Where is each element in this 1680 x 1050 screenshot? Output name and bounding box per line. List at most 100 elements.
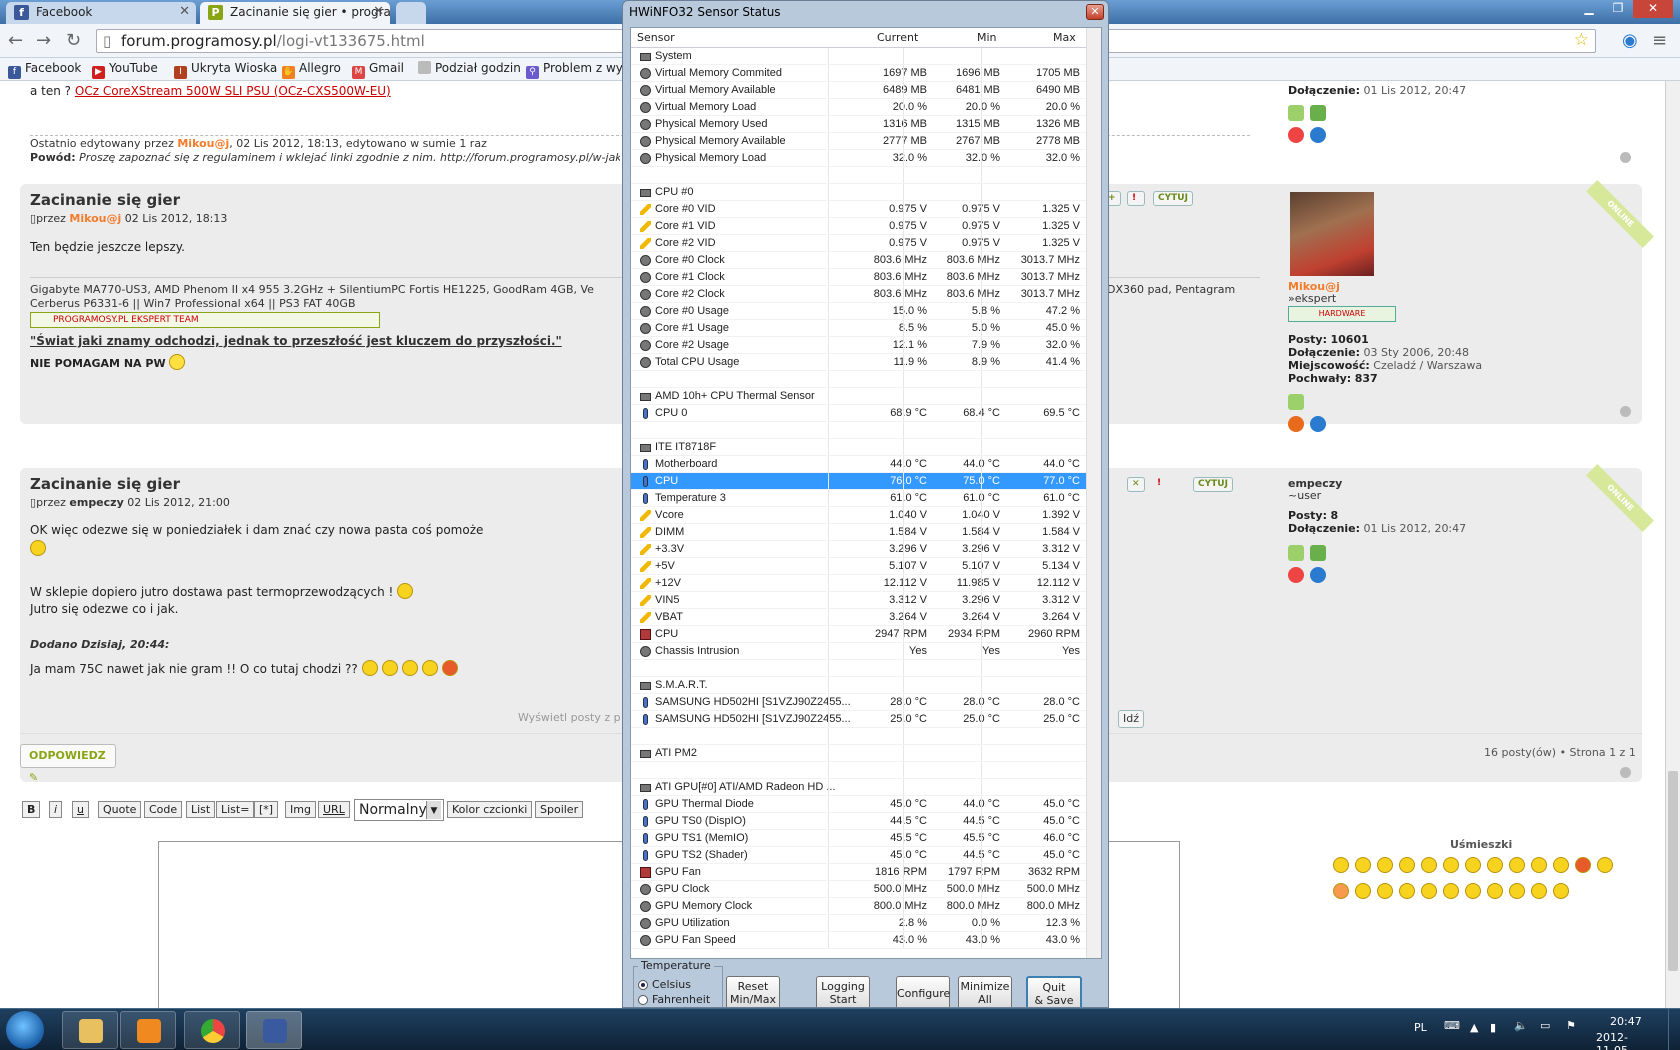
smiley-icon[interactable] bbox=[1509, 857, 1525, 873]
scroll-top-icon[interactable] bbox=[1620, 152, 1631, 163]
close-tab-icon[interactable]: ✕ bbox=[179, 4, 190, 19]
minimize-all-button[interactable]: Minimize All bbox=[958, 976, 1012, 1007]
sensor-row[interactable]: Core #0 Clock 803.6 MHz 803.6 MHz 3013.7 MH… bbox=[631, 252, 1086, 269]
sensor-row[interactable]: +3.3V 3.296 V 3.296 V 3.312 V bbox=[631, 541, 1086, 558]
go-button[interactable]: Idź bbox=[1118, 710, 1145, 728]
sensor-row[interactable]: Motherboard 44.0 °C 44.0 °C 44.0 °C bbox=[631, 456, 1086, 473]
smiley-icon[interactable] bbox=[1597, 857, 1613, 873]
smiley-icon[interactable] bbox=[1421, 883, 1437, 899]
spoiler-button[interactable]: Spoiler bbox=[535, 801, 584, 818]
format-italic-button[interactable]: i bbox=[49, 801, 63, 818]
post-title[interactable]: Zacinanie się gier bbox=[30, 191, 180, 209]
sensor-list[interactable]: Sensor Current Min Max System Virtual Mem… bbox=[630, 27, 1102, 959]
smiley-icon[interactable] bbox=[1333, 857, 1349, 873]
new-tab-button[interactable] bbox=[396, 2, 426, 24]
sensor-row[interactable]: DIMM 1.584 V 1.584 V 1.584 V bbox=[631, 524, 1086, 541]
sensor-row[interactable]: Virtual Memory Commited 1697 MB 1696 MB 170… bbox=[631, 65, 1086, 82]
tab-forum[interactable]: P Zacinanie się gier • prograr ✕ bbox=[200, 2, 390, 24]
volume-icon[interactable]: 🔈 bbox=[1514, 1019, 1528, 1032]
smiley-icon[interactable] bbox=[1399, 883, 1415, 899]
sensor-row[interactable]: Virtual Memory Load 20.0 % 20.0 % 20.0 % bbox=[631, 99, 1086, 116]
sensor-group-row[interactable]: System bbox=[631, 48, 1086, 65]
format-list-button[interactable]: List bbox=[186, 801, 216, 818]
sensor-row[interactable]: Virtual Memory Available 6489 MB 6481 MB 64… bbox=[631, 82, 1086, 99]
sensor-row[interactable]: CPU 0 68.9 °C 68.4 °C 69.5 °C bbox=[631, 405, 1086, 422]
scroll-top-icon[interactable] bbox=[1620, 406, 1631, 417]
clock-time[interactable]: 20:47 bbox=[1610, 1015, 1642, 1028]
font-color-button[interactable]: Kolor czcionki bbox=[447, 801, 533, 818]
sensor-row[interactable]: Physical Memory Load 32.0 % 32.0 % 32.0 % bbox=[631, 150, 1086, 167]
sensor-row[interactable]: VIN5 3.312 V 3.296 V 3.312 V bbox=[631, 592, 1086, 609]
sensor-row[interactable]: GPU TS1 (MemIO) 45.5 °C 45.5 °C 46.0 °C bbox=[631, 830, 1086, 847]
sensor-group-row[interactable]: AMD 10h+ CPU Thermal Sensor bbox=[631, 388, 1086, 405]
sensor-row[interactable]: Core #1 VID 0.975 V 0.975 V 1.325 V bbox=[631, 218, 1086, 235]
sensor-row[interactable]: Core #2 Usage 12.1 % 7.9 % 32.0 % bbox=[631, 337, 1086, 354]
sensor-row[interactable]: Vcore 1.040 V 1.040 V 1.392 V bbox=[631, 507, 1086, 524]
sensor-row[interactable]: Physical Memory Available 2777 MB 2767 MB 2… bbox=[631, 133, 1086, 150]
smiley-icon[interactable] bbox=[1465, 883, 1481, 899]
sensor-row[interactable]: GPU TS0 (DispIO) 44.5 °C 44.5 °C 45.0 °C bbox=[631, 813, 1086, 830]
reset-minmax-button[interactable]: Reset Min/Max bbox=[726, 976, 780, 1007]
sensor-row[interactable]: Chassis Intrusion Yes Yes Yes bbox=[631, 643, 1086, 660]
smiley-icon[interactable] bbox=[1465, 857, 1481, 873]
sensor-row[interactable]: CPU 76.0 °C 75.0 °C 77.0 °C bbox=[631, 473, 1086, 490]
format-quote-button[interactable]: Quote bbox=[98, 801, 142, 818]
scroll-top-icon[interactable] bbox=[1620, 767, 1631, 778]
sensor-row[interactable]: Total CPU Usage 11.9 % 8.9 % 41.4 % bbox=[631, 354, 1086, 371]
report-button[interactable]: ! bbox=[1127, 191, 1145, 206]
smiley-icon[interactable] bbox=[1399, 857, 1415, 873]
sensor-row[interactable]: GPU Utilization 2.8 % 0.0 % 12.3 % bbox=[631, 915, 1086, 932]
email-icon[interactable] bbox=[1310, 105, 1326, 121]
smiley-icon[interactable] bbox=[1377, 857, 1393, 873]
post-author[interactable]: Mikou@j bbox=[69, 212, 121, 225]
smiley-icon[interactable] bbox=[1553, 883, 1569, 899]
sensor-row[interactable]: Core #1 Clock 803.6 MHz 803.6 MHz 3013.7 MH… bbox=[631, 269, 1086, 286]
format-img-button[interactable]: Img bbox=[285, 801, 316, 818]
configure-button[interactable]: Configure bbox=[896, 976, 950, 1007]
minimize-icon[interactable]: ▁ bbox=[1575, 0, 1603, 18]
format-bold-button[interactable]: B bbox=[22, 801, 41, 818]
report-button[interactable]: ! bbox=[1153, 477, 1171, 492]
bookmark-gmail[interactable]: M Gmail bbox=[352, 61, 404, 79]
back-icon[interactable]: ← bbox=[8, 30, 23, 51]
quit-save-button[interactable]: Quit & Save bbox=[1026, 976, 1082, 1007]
sensor-row[interactable]: Core #1 Usage 8.5 % 5.0 % 45.0 % bbox=[631, 320, 1086, 337]
sensor-row[interactable]: SAMSUNG HD502HI [S1VZJ90Z2455... 28.0 °C 2… bbox=[631, 694, 1086, 711]
network-icon[interactable]: ▮ bbox=[1490, 1021, 1496, 1034]
star-icon[interactable]: ☆ bbox=[1574, 29, 1589, 51]
sensor-row[interactable]: GPU Memory Clock 800.0 MHz 800.0 MHz 800.0 … bbox=[631, 898, 1086, 915]
tab-facebook[interactable]: f Facebook ✕ bbox=[6, 2, 196, 24]
forward-icon[interactable]: → bbox=[36, 30, 51, 51]
start-button[interactable] bbox=[6, 1011, 44, 1049]
close-icon[interactable]: ✕ bbox=[1086, 4, 1104, 20]
bookmark-youtube[interactable]: ▶ YouTube bbox=[92, 61, 158, 79]
pm-icon[interactable] bbox=[1288, 105, 1304, 121]
post-author[interactable]: empeczy bbox=[69, 496, 123, 509]
smiley-icon[interactable] bbox=[1531, 883, 1547, 899]
smiley-icon[interactable] bbox=[1553, 857, 1569, 873]
format-underline-button[interactable]: u bbox=[72, 801, 89, 818]
sensor-row[interactable]: +12V 12.112 V 11.985 V 12.112 V bbox=[631, 575, 1086, 592]
col-min[interactable]: Min bbox=[977, 31, 997, 44]
smiley-icon[interactable] bbox=[1487, 883, 1503, 899]
taskbar-chrome[interactable] bbox=[184, 1011, 240, 1049]
logging-start-button[interactable]: Logging Start bbox=[816, 976, 870, 1007]
quote-button[interactable]: CYTUJ bbox=[1193, 477, 1233, 492]
format-url-button[interactable]: URL bbox=[318, 801, 350, 818]
sensor-row[interactable]: GPU Thermal Diode 45.0 °C 44.0 °C 45.0 °C bbox=[631, 796, 1086, 813]
celsius-radio[interactable] bbox=[638, 980, 648, 990]
smiley-icon[interactable] bbox=[1575, 857, 1591, 873]
flag-icon[interactable]: ⚑ bbox=[1566, 1019, 1576, 1032]
sensor-group-row[interactable]: CPU #0 bbox=[631, 184, 1086, 201]
bookmark-facebook[interactable]: f Facebook bbox=[8, 61, 81, 79]
format-list-ordered-button[interactable]: List= bbox=[216, 801, 255, 818]
pm-icon[interactable] bbox=[1288, 545, 1304, 561]
col-max[interactable]: Max bbox=[1053, 31, 1076, 44]
smiley-icon[interactable] bbox=[1377, 883, 1393, 899]
menu-icon[interactable]: ≡ bbox=[1652, 30, 1667, 51]
psu-link[interactable]: OCz CoreXStream 500W SLI PSU (OCz-CXS500… bbox=[75, 84, 391, 98]
restore-icon[interactable]: ❐ bbox=[1604, 0, 1632, 18]
col-current[interactable]: Current bbox=[877, 31, 918, 44]
smiley-icon[interactable] bbox=[1443, 857, 1459, 873]
delete-button[interactable]: ✕ bbox=[1127, 477, 1145, 492]
